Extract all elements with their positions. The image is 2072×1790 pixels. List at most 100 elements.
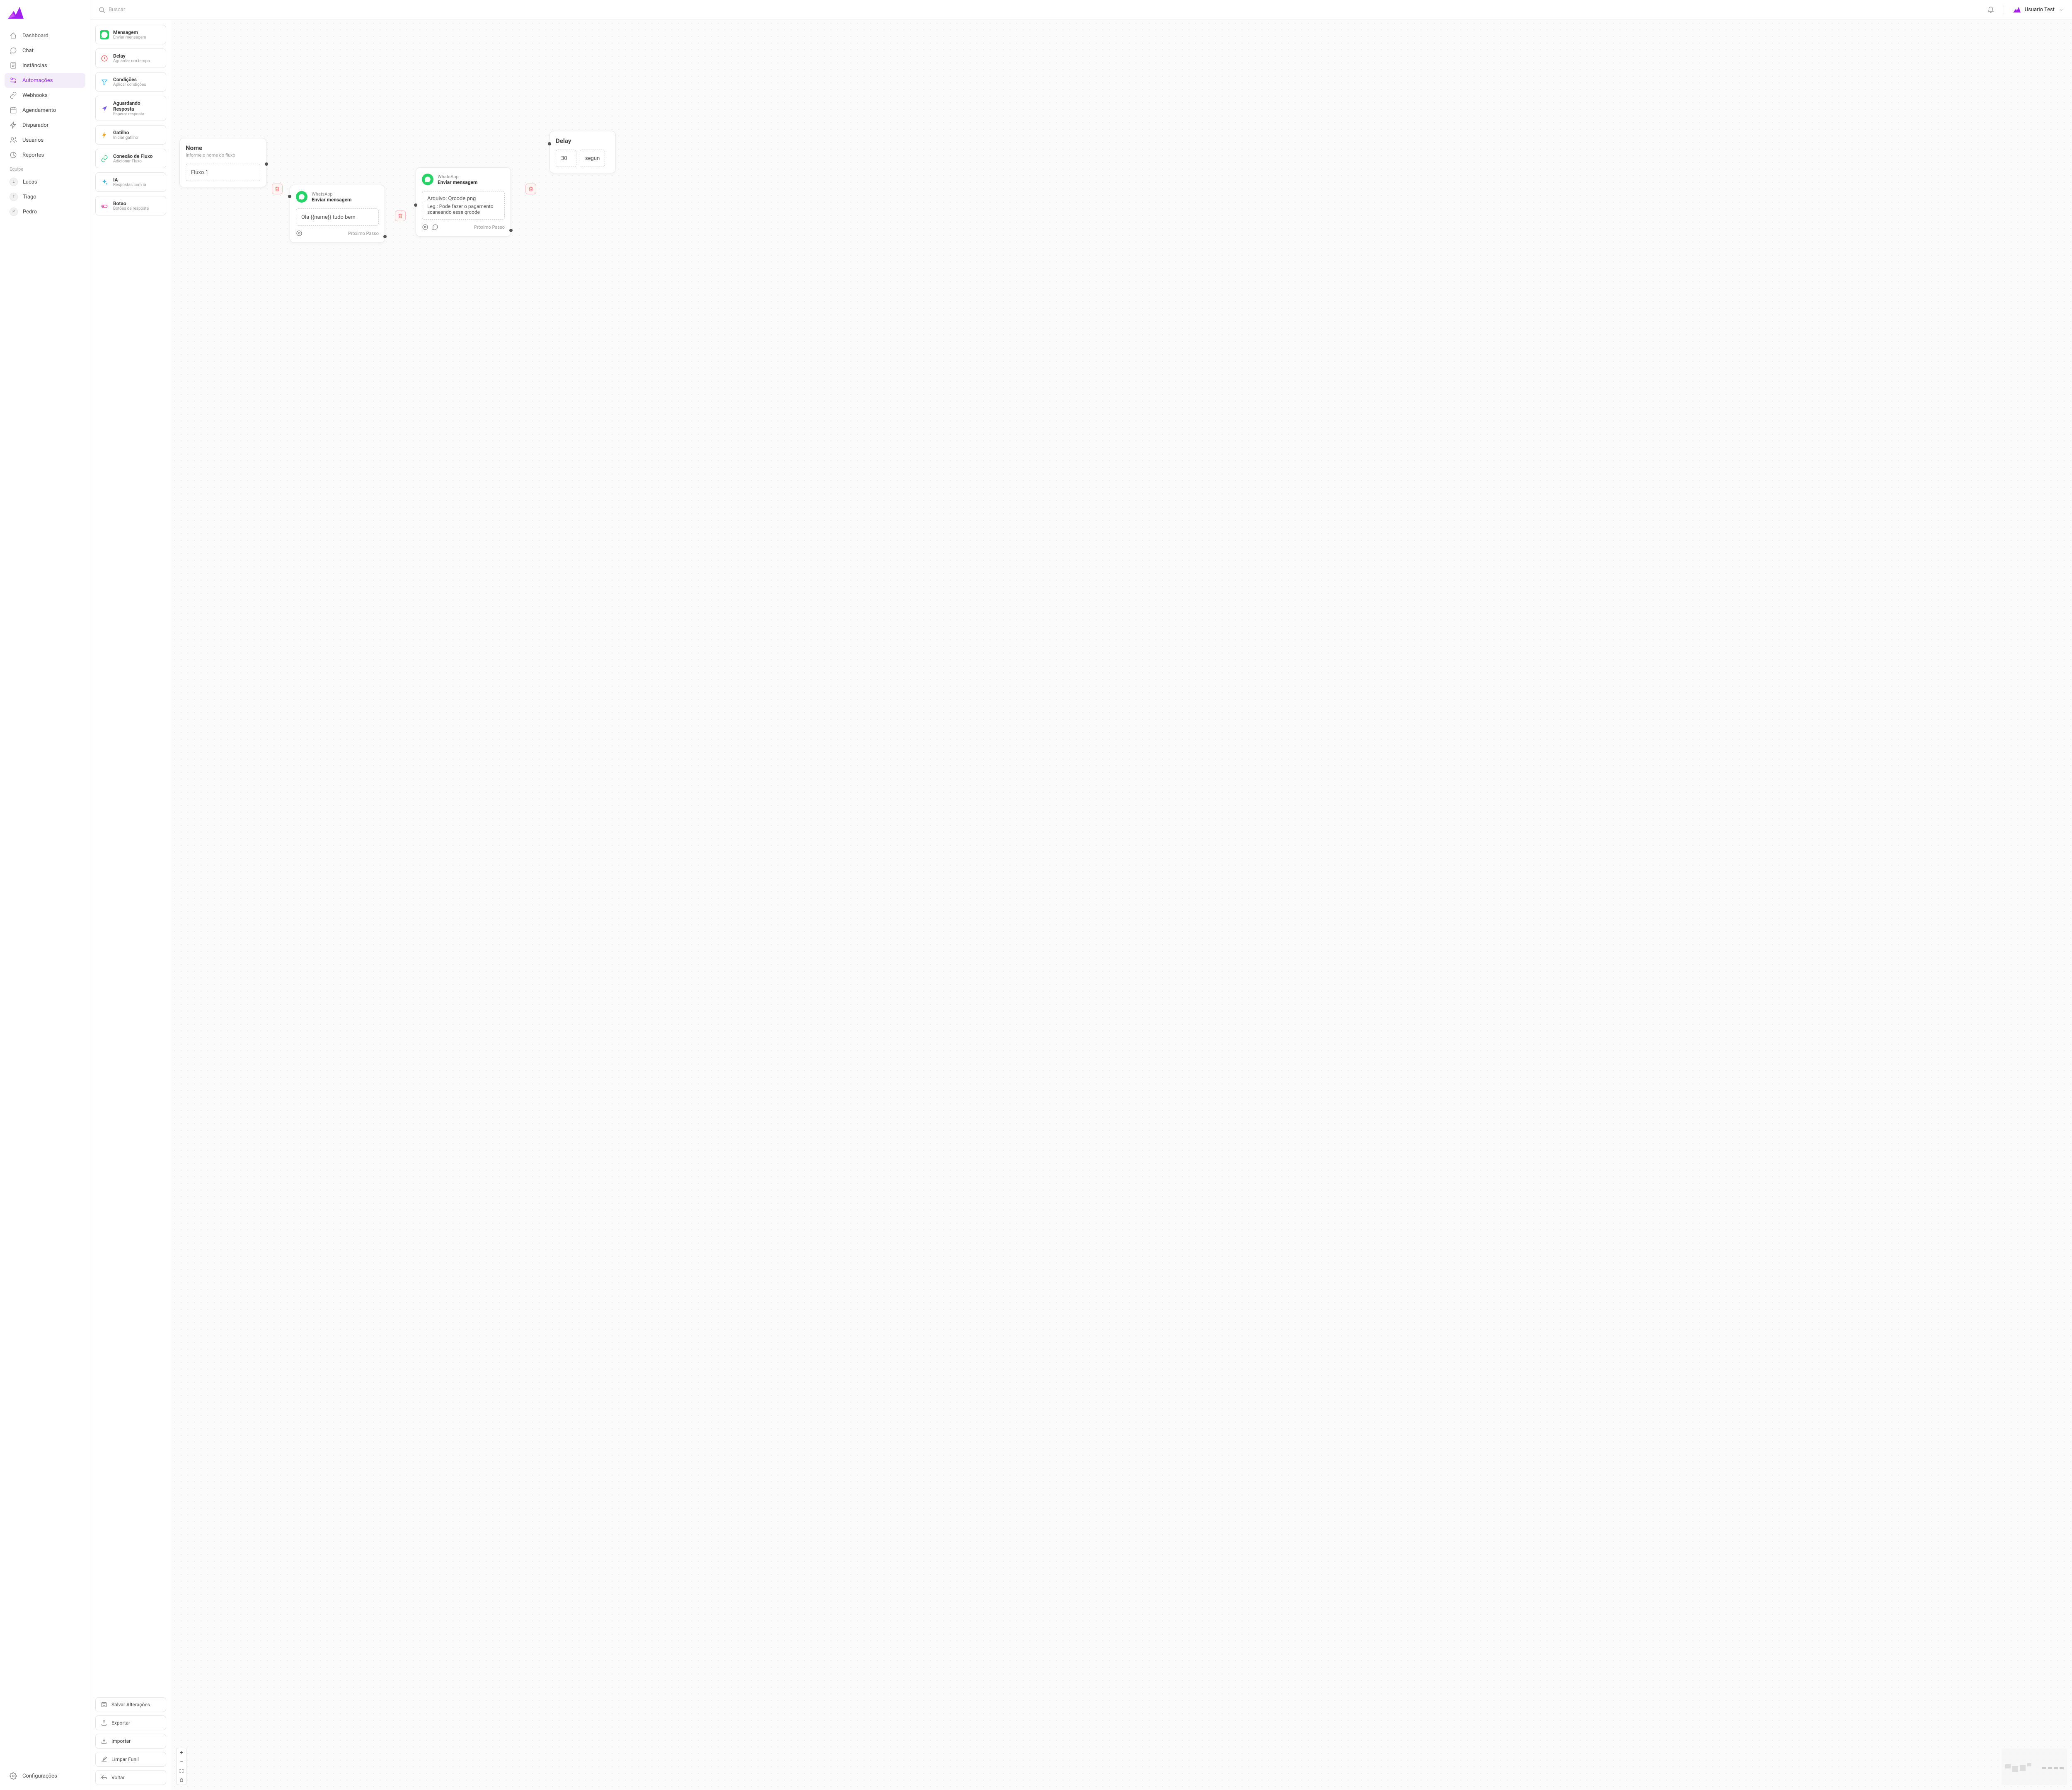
flow-canvas[interactable]: Nome Informe o nome do fluxo Fluxo 1 Wha…	[171, 20, 2072, 1790]
import-button[interactable]: Importar	[95, 1734, 166, 1749]
delete-node-button[interactable]	[395, 210, 406, 221]
delay-unit-input[interactable]: segun	[580, 150, 605, 167]
node-type-sub: Respostas com ia	[113, 183, 146, 187]
flow-name-input[interactable]: Fluxo 1	[186, 164, 260, 181]
node-type-title: IA	[113, 177, 146, 183]
message-content[interactable]: Ola {{name}} tudo bem	[296, 208, 379, 226]
nav-users[interactable]: Usuarios	[5, 133, 85, 148]
minimap[interactable]	[2002, 1749, 2067, 1785]
node-type-ai[interactable]: IARespostas com ia	[95, 172, 166, 192]
nav-label: Disparador	[22, 122, 48, 128]
nav-label: Configurações	[22, 1773, 57, 1779]
whatsapp-icon	[296, 191, 307, 203]
gear-icon[interactable]	[296, 230, 303, 237]
zoom-out-button[interactable]: −	[177, 1757, 186, 1766]
gear-icon[interactable]	[422, 224, 428, 230]
avatar: P	[10, 208, 18, 216]
node-type-title: Conexão de Fluxo	[113, 153, 152, 159]
node-type-title: Gatilho	[113, 130, 138, 135]
chevron-down-icon	[2059, 7, 2064, 12]
chat-icon[interactable]	[432, 224, 438, 230]
team-name: Tiago	[23, 194, 36, 200]
port-out[interactable]	[265, 162, 268, 166]
nav-label: Instâncias	[22, 63, 47, 69]
node-type-trigger[interactable]: GatilhoIniciar gatilho	[95, 125, 166, 145]
whatsapp-icon	[422, 174, 433, 185]
node-label: WhatsApp	[438, 174, 477, 179]
port-out[interactable]	[383, 235, 387, 238]
team-member[interactable]: TTiago	[5, 189, 85, 204]
nav-dashboard[interactable]: Dashboard	[5, 28, 85, 43]
nav-label: Automações	[22, 77, 53, 84]
sidebar: Dashboard Chat Instâncias Automações Web…	[0, 0, 90, 1790]
delete-node-button[interactable]	[525, 184, 536, 194]
node-type-message[interactable]: MensagemEnviar mensagem	[95, 25, 166, 44]
node-type-title: Aguardando Resposta	[113, 100, 162, 112]
node-type-sub: Aplicar condições	[113, 82, 146, 87]
user-avatar-icon	[2013, 7, 2021, 13]
node-title: Enviar mensagem	[438, 179, 477, 185]
flow-node-start[interactable]: Nome Informe o nome do fluxo Fluxo 1	[179, 138, 266, 187]
nav-label: Usuarios	[22, 137, 44, 143]
node-title: Delay	[556, 137, 610, 145]
node-type-delay[interactable]: DelayAguardar um tempo	[95, 48, 166, 68]
avatar: L	[10, 178, 18, 186]
export-button[interactable]: Exportar	[95, 1715, 166, 1730]
nav-label: Reportes	[22, 152, 44, 158]
user-menu[interactable]: Usuario Test	[2013, 7, 2064, 13]
delay-value-input[interactable]: 30	[556, 150, 576, 167]
action-label: Importar	[111, 1738, 131, 1744]
message-content[interactable]: Arquivo: Qrcode.png Leg.: Pode fazer o p…	[422, 191, 505, 220]
team-member[interactable]: L Lucas	[5, 174, 85, 189]
action-label: Limpar Funil	[111, 1756, 139, 1762]
nav-instances[interactable]: Instâncias	[5, 58, 85, 73]
nodes-panel: MensagemEnviar mensagem DelayAguardar um…	[90, 20, 171, 1790]
nav-label: Dashboard	[22, 33, 48, 39]
save-button[interactable]: Salvar Alterações	[95, 1697, 166, 1712]
next-step-label: Próximo Passo	[348, 231, 379, 236]
nav-scheduling[interactable]: Agendamento	[5, 103, 85, 118]
node-label: WhatsApp	[312, 191, 351, 197]
edges-layer	[171, 20, 295, 82]
flow-node-delay[interactable]: Delay 30 segun	[549, 131, 616, 173]
team-name: Lucas	[23, 179, 37, 185]
node-type-sub: Botões de resposta	[113, 206, 149, 211]
nav-webhooks[interactable]: Webhooks	[5, 88, 85, 103]
node-type-conditions[interactable]: CondiçõesAplicar condições	[95, 72, 166, 92]
node-type-button[interactable]: BotaoBotões de resposta	[95, 196, 166, 215]
node-type-flow-connection[interactable]: Conexão de FluxoAdicionar Fluxo	[95, 149, 166, 168]
node-type-title: Delay	[113, 53, 150, 59]
node-type-sub: Esperar resposta	[113, 112, 162, 116]
topbar: Buscar Usuario Test	[90, 0, 2072, 20]
port-in[interactable]	[288, 195, 291, 198]
nav-trigger[interactable]: Disparador	[5, 118, 85, 133]
nav-reports[interactable]: Reportes	[5, 148, 85, 162]
fit-view-button[interactable]	[177, 1766, 186, 1775]
node-type-sub: Enviar mensagem	[113, 35, 146, 40]
port-out[interactable]	[509, 229, 513, 232]
search-input[interactable]: Buscar	[99, 7, 1980, 13]
node-type-await-response[interactable]: Aguardando RespostaEsperar resposta	[95, 96, 166, 121]
node-type-title: Botao	[113, 201, 149, 206]
action-label: Voltar	[111, 1775, 125, 1780]
flow-node-message[interactable]: WhatsAppEnviar mensagem Arquivo: Qrcode.…	[416, 167, 511, 237]
port-in[interactable]	[548, 142, 551, 145]
back-button[interactable]: Voltar	[95, 1770, 166, 1785]
nav-automations[interactable]: Automações	[5, 73, 85, 88]
content-line: Leg.: Pode fazer o pagamento scaneando e…	[427, 203, 499, 215]
node-type-title: Mensagem	[113, 29, 146, 35]
nav-chat[interactable]: Chat	[5, 43, 85, 58]
port-in[interactable]	[414, 203, 417, 207]
flow-node-message[interactable]: WhatsAppEnviar mensagem Ola {{name}} tud…	[290, 185, 385, 243]
node-type-sub: Iniciar gatilho	[113, 135, 138, 140]
team-name: Pedro	[23, 209, 37, 215]
team-member[interactable]: P Pedro	[5, 204, 85, 219]
search-placeholder: Buscar	[109, 7, 125, 13]
zoom-in-button[interactable]: +	[177, 1748, 186, 1757]
clear-button[interactable]: Limpar Funil	[95, 1752, 166, 1767]
lock-button[interactable]	[177, 1775, 186, 1785]
delete-node-button[interactable]	[272, 184, 283, 194]
notifications-button[interactable]	[1987, 5, 1995, 15]
nav-label: Agendamento	[22, 107, 56, 114]
nav-settings[interactable]: Configurações	[5, 1768, 85, 1783]
